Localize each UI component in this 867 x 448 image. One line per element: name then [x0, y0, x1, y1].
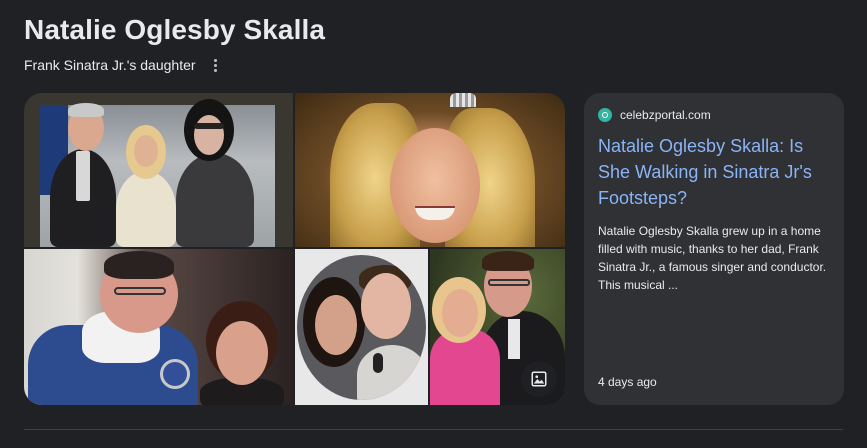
gallery-image-5[interactable] [430, 249, 565, 405]
more-options-icon[interactable] [206, 55, 226, 75]
gallery-image-3[interactable] [24, 249, 293, 405]
gallery-image-2[interactable] [295, 93, 565, 247]
result-snippet: Natalie Oglesby Skalla grew up in a home… [598, 224, 827, 292]
image-gallery [24, 93, 565, 405]
image-search-icon[interactable] [521, 361, 557, 397]
divider [24, 429, 843, 430]
source-domain: celebzportal.com [620, 108, 711, 122]
source-row: celebzportal.com [598, 108, 711, 122]
gallery-image-1[interactable] [24, 93, 293, 247]
subtitle-row: Frank Sinatra Jr.'s daughter [24, 55, 226, 75]
gallery-image-4[interactable] [295, 249, 428, 405]
page-title: Natalie Oglesby Skalla [24, 14, 326, 45]
site-favicon-icon [598, 108, 612, 122]
image-icon [531, 371, 547, 387]
result-card[interactable]: celebzportal.com Natalie Oglesby Skalla:… [584, 93, 844, 405]
result-age: 4 days ago [598, 375, 657, 389]
subtitle: Frank Sinatra Jr.'s daughter [24, 57, 196, 73]
result-title-link[interactable]: Natalie Oglesby Skalla: Is She Walking i… [598, 133, 838, 211]
